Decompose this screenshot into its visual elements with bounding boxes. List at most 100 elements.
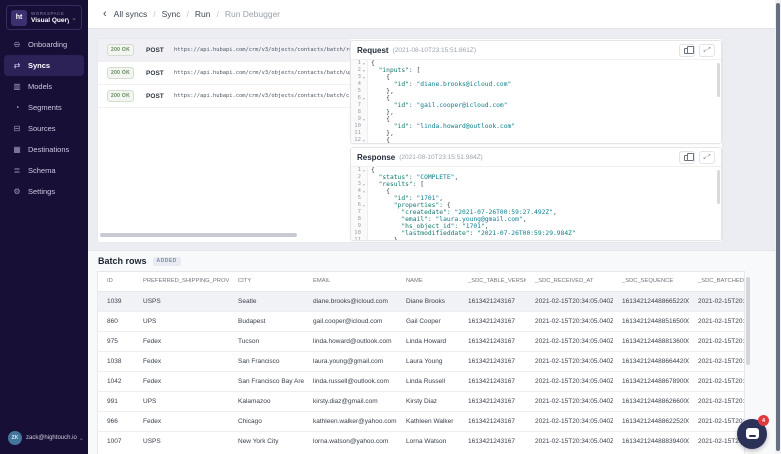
page-scrollbar-thumb[interactable] — [776, 3, 780, 451]
fold-toggle-icon[interactable]: ▾ — [361, 188, 367, 195]
table-cell: Lorna Watson — [397, 431, 459, 451]
table-cell: Budapest — [229, 311, 304, 331]
table-body: 1039USPSSeatlediane.brooks@icloud.comDia… — [98, 291, 745, 451]
code-text: { — [368, 188, 390, 195]
code-line: 8 "email": "laura.young@gmail.com", — [351, 216, 721, 223]
table-cell: 2021-02-15T20:34:05.040Z — [526, 371, 613, 391]
json-key: "id": — [394, 195, 413, 202]
fold-toggle-icon[interactable]: ▾ — [361, 67, 367, 74]
request-row[interactable]: 200 OKPOSThttps://api.hubapi.com/crm/v3/… — [98, 62, 351, 85]
request-json-editor[interactable]: 1▾{2▾ "inputs": [3▾ {4 "id": "diane.broo… — [351, 60, 721, 143]
table-row[interactable]: 1038FedexSan Franciscolaura.young@gmail.… — [98, 351, 745, 371]
models-icon: ▥ — [8, 82, 26, 91]
code-line: 10 "lastmodifieddate": "2021-07-26T00:59… — [351, 230, 721, 237]
table-cell: Gail Cooper — [397, 311, 459, 331]
request-row[interactable]: 200 OKPOSThttps://api.hubapi.com/crm/v3/… — [98, 85, 351, 108]
user-menu[interactable]: ZK zack@hightouch.io ⌄ — [0, 430, 88, 446]
fold-toggle-icon[interactable]: ▾ — [361, 181, 367, 188]
sidebar-item-syncs[interactable]: ⇄Syncs — [4, 55, 84, 76]
chat-launcher-button[interactable]: 4 — [737, 419, 767, 449]
breadcrumb-sync[interactable]: Sync — [162, 9, 181, 19]
code-line: 4▾ { — [351, 188, 721, 195]
code-text: { — [368, 95, 390, 102]
workspace-name: Visual Querying D... — [31, 17, 69, 25]
table-cell: 2021-02-15T20:34:05.040Z — [689, 391, 745, 411]
table-row[interactable]: 975FedexTucsonlinda.howard@outlook.comLi… — [98, 331, 745, 351]
added-badge: ADDED — [153, 257, 181, 266]
code-text: }, — [368, 109, 394, 116]
response-scrollbar-thumb[interactable] — [717, 170, 720, 204]
table-row[interactable]: 860UPSBudapestgail.cooper@icloud.comGail… — [98, 311, 745, 331]
table-cell: Laura Young — [397, 351, 459, 371]
request-scrollbar-thumb[interactable] — [717, 63, 720, 97]
sidebar-item-segments[interactable]: ◔Segments — [4, 97, 84, 118]
fold-toggle-icon — [361, 109, 367, 116]
json-key: "hs_object_id": — [401, 223, 458, 230]
table-cell: 2021-02-15T20:34:05.040Z — [689, 371, 745, 391]
horizontal-scrollbar-thumb[interactable] — [100, 233, 297, 237]
back-chevron-icon[interactable]: ‹ — [103, 10, 107, 18]
table-cell: 1613421244886652200 — [613, 291, 689, 311]
sidebar-item-sources[interactable]: ⊟Sources — [4, 118, 84, 139]
expand-button[interactable]: ↗↙ — [699, 44, 715, 57]
fold-toggle-icon[interactable]: ▾ — [361, 74, 367, 81]
line-gutter: 6▾ — [351, 202, 368, 209]
breadcrumb-current: Run Debugger — [225, 9, 280, 19]
fold-toggle-icon[interactable]: ▾ — [361, 167, 367, 174]
table-row[interactable]: 966FedexChicagokathleen.walker@yahoo.com… — [98, 411, 745, 431]
copy-button[interactable] — [679, 151, 695, 164]
batch-table-wrapper: IDPREFERRED_SHIPPING_PROVIDERCITYEMAILNA… — [97, 271, 745, 454]
table-cell: 860 — [98, 311, 134, 331]
column-header-_sdc_sequence: _SDC_SEQUENCE — [613, 272, 689, 291]
code-text: { — [368, 137, 390, 143]
line-gutter: 7 — [351, 209, 368, 216]
table-cell: 1613421243167 — [459, 371, 526, 391]
line-gutter: 11 — [351, 237, 368, 240]
table-cell: 2021-02-15T20:34:05.040Z — [689, 411, 745, 431]
table-row[interactable]: 1039USPSSeatlediane.brooks@icloud.comDia… — [98, 291, 745, 311]
sidebar-item-label: Sources — [28, 124, 56, 133]
sidebar-item-destinations[interactable]: ▦Destinations — [4, 139, 84, 160]
line-number: 7 — [351, 102, 361, 109]
table-cell: UPS — [134, 391, 229, 411]
json-string: "1701" — [462, 223, 485, 230]
json-key: "status": — [379, 174, 413, 181]
fold-toggle-icon[interactable]: ▾ — [361, 202, 367, 209]
code-line: 5 "id": "1701", — [351, 195, 721, 202]
line-number: 2 — [351, 174, 361, 181]
json-string: "diane.brooks@icloud.com" — [417, 81, 512, 88]
table-cell: Kalamazoo — [229, 391, 304, 411]
copy-button[interactable] — [679, 44, 695, 57]
fold-toggle-icon[interactable]: ▾ — [361, 60, 367, 67]
fold-toggle-icon[interactable]: ▾ — [361, 116, 367, 123]
sidebar-item-settings[interactable]: ⚙Settings — [4, 181, 84, 202]
table-scrollbar-thumb[interactable] — [746, 277, 750, 365]
response-json-editor[interactable]: 1▾{2 "status": "COMPLETE",3▾ "results": … — [351, 167, 721, 240]
fold-toggle-icon[interactable]: ▾ — [361, 137, 367, 143]
line-gutter: 8 — [351, 109, 368, 116]
table-cell: Fedex — [134, 351, 229, 371]
sidebar-item-label: Segments — [28, 103, 62, 112]
fold-toggle-icon[interactable]: ▾ — [361, 95, 367, 102]
sidebar-item-schema[interactable]: ≣Schema — [4, 160, 84, 181]
code-line: 11 }, — [351, 130, 721, 137]
line-number: 11 — [351, 237, 361, 240]
table-cell: Diane Brooks — [397, 291, 459, 311]
code-line: 8 }, — [351, 109, 721, 116]
table-row[interactable]: 991UPSKalamazookirsty.diaz@gmail.comKirs… — [98, 391, 745, 411]
request-row[interactable]: 200 OKPOSThttps://api.hubapi.com/crm/v3/… — [98, 39, 351, 62]
sidebar-item-models[interactable]: ▥Models — [4, 76, 84, 97]
breadcrumb-all-syncs[interactable]: All syncs — [114, 9, 148, 19]
breadcrumb-run[interactable]: Run — [195, 9, 211, 19]
table-cell: 1613421244888394000 — [613, 431, 689, 451]
column-header-_sdc_received_at: _SDC_RECEIVED_AT — [526, 272, 613, 291]
expand-button[interactable]: ↗↙ — [699, 151, 715, 164]
table-row[interactable]: 1007USPSNew York Citylorna.watson@yahoo.… — [98, 431, 745, 451]
json-string: "laura.young@gmail.com" — [435, 216, 522, 223]
table-cell: 2021-02-15T20:34:05.040Z — [526, 331, 613, 351]
workspace-selector[interactable]: ht WORKSPACE Visual Querying D... ⌄ — [6, 5, 82, 30]
sidebar-item-onboarding[interactable]: ⊖Onboarding — [4, 34, 84, 55]
json-key: "email": — [401, 216, 431, 223]
table-row[interactable]: 1042FedexSan Francisco Bay Arealinda.rus… — [98, 371, 745, 391]
line-number: 6 — [351, 202, 361, 209]
